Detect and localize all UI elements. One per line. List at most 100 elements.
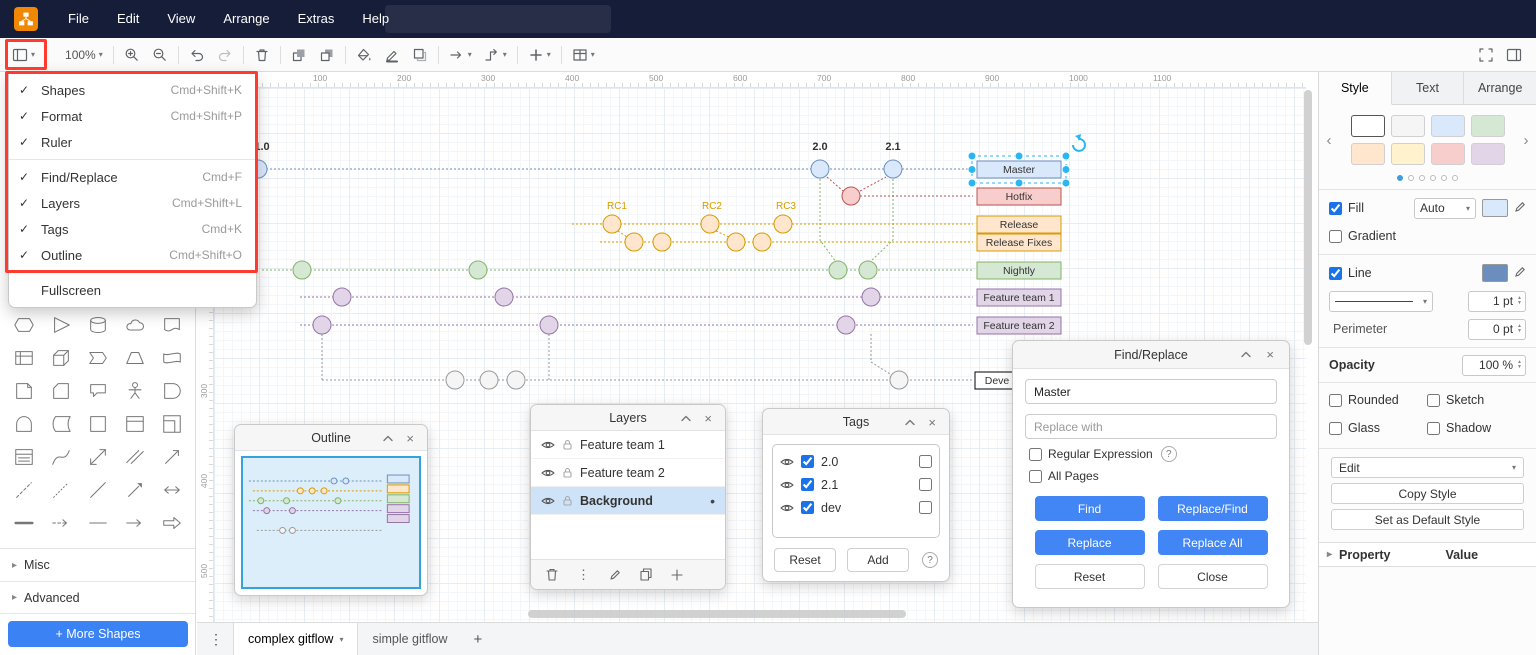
line-color-swatch[interactable]: [1482, 264, 1508, 282]
drawio-logo-icon[interactable]: [14, 7, 38, 31]
line-width-stepper[interactable]: 1 pt ▲▼: [1468, 291, 1526, 312]
shape-note-icon[interactable]: [5, 378, 42, 403]
git-commit-node[interactable]: [884, 160, 902, 178]
layer-row[interactable]: Feature team 1: [531, 431, 725, 459]
git-commit-node[interactable]: [811, 160, 829, 178]
pagination-dot[interactable]: [1408, 175, 1414, 181]
view-menu-item-tags[interactable]: ✓ Tags Cmd+K: [9, 216, 256, 242]
tab-text[interactable]: Text: [1392, 72, 1465, 104]
view-menu-item-format[interactable]: ✓ Format Cmd+Shift+P: [9, 103, 256, 129]
redo-button[interactable]: [211, 38, 239, 72]
zoom-select[interactable]: 100% ▾: [59, 38, 109, 72]
style-swatch[interactable]: [1351, 115, 1385, 137]
git-commit-node[interactable]: [540, 316, 558, 334]
pagination-dot[interactable]: [1441, 175, 1447, 181]
git-commit-node[interactable]: [480, 371, 498, 389]
git-commit-node[interactable]: [293, 261, 311, 279]
git-commit-node[interactable]: [837, 316, 855, 334]
close-button[interactable]: Close: [1158, 564, 1268, 589]
git-commit-node[interactable]: [701, 215, 719, 233]
line-style-select[interactable]: ▾: [1329, 291, 1433, 312]
layer-row-selected[interactable]: Background •: [531, 487, 725, 515]
tag-visible-checkbox[interactable]: [801, 478, 814, 491]
shape-arrow-icon[interactable]: [154, 444, 191, 469]
shape-list-icon[interactable]: [5, 444, 42, 469]
fill-edit-icon[interactable]: [1514, 201, 1526, 216]
shape-internal-storage-icon[interactable]: [5, 345, 42, 370]
git-commit-node[interactable]: [313, 316, 331, 334]
tag-select-checkbox[interactable]: [919, 455, 932, 468]
selection-handle[interactable]: [968, 152, 976, 160]
regex-checkbox-input[interactable]: [1029, 448, 1042, 461]
reset-button[interactable]: Reset: [1035, 564, 1145, 589]
set-default-style-button[interactable]: Set as Default Style: [1331, 509, 1524, 530]
presets-prev-icon[interactable]: ‹: [1323, 132, 1335, 149]
style-swatch[interactable]: [1391, 143, 1425, 165]
replace-input[interactable]: [1025, 414, 1277, 439]
shape-container-icon[interactable]: [117, 411, 154, 436]
shape-frame-icon[interactable]: [154, 411, 191, 436]
view-menu-item-ruler[interactable]: ✓ Ruler: [9, 129, 256, 155]
table-button[interactable]: ▾: [566, 38, 601, 72]
pagination-dot[interactable]: [1419, 175, 1425, 181]
shape-card-icon[interactable]: [42, 378, 79, 403]
find-button[interactable]: Find: [1035, 496, 1145, 521]
collapse-icon[interactable]: [905, 409, 915, 435]
replace-button[interactable]: Replace: [1035, 530, 1145, 555]
stepper-down-icon[interactable]: ▼: [1517, 301, 1522, 306]
menu-arrange[interactable]: Arrange: [209, 0, 283, 38]
git-commit-node[interactable]: [862, 288, 880, 306]
selection-handle[interactable]: [1062, 179, 1070, 187]
outline-panel-titlebar[interactable]: Outline ×: [235, 425, 427, 451]
line-checkbox[interactable]: Line: [1329, 266, 1372, 280]
stepper-down-icon[interactable]: ▼: [1517, 365, 1522, 370]
style-swatch[interactable]: [1471, 143, 1505, 165]
git-edge[interactable]: [820, 179, 836, 262]
style-swatch[interactable]: [1471, 115, 1505, 137]
lock-icon[interactable]: [563, 439, 572, 450]
git-edge[interactable]: [871, 334, 890, 374]
git-edge[interactable]: [618, 231, 627, 237]
fill-checkbox[interactable]: Fill: [1329, 201, 1364, 215]
pagination-dot[interactable]: [1452, 175, 1458, 181]
close-icon[interactable]: ×: [928, 409, 936, 435]
eye-icon[interactable]: [541, 496, 555, 506]
find-replace-titlebar[interactable]: Find/Replace ×: [1013, 341, 1289, 369]
view-menu-item-shapes[interactable]: ✓ Shapes Cmd+Shift+K: [9, 77, 256, 103]
menu-extras[interactable]: Extras: [284, 0, 349, 38]
find-input[interactable]: [1025, 379, 1277, 404]
shape-square-icon[interactable]: [79, 411, 116, 436]
tag-select-checkbox[interactable]: [919, 478, 932, 491]
vertical-scrollbar[interactable]: [1304, 90, 1312, 345]
connection-style-button[interactable]: ▾: [443, 38, 478, 72]
zoom-out-button[interactable]: [146, 38, 174, 72]
git-commit-node[interactable]: [829, 261, 847, 279]
git-commit-node[interactable]: [469, 261, 487, 279]
menu-edit[interactable]: Edit: [103, 0, 153, 38]
page-tab-complex-gitflow[interactable]: complex gitflow ▾: [233, 623, 358, 655]
shape-cloud-icon[interactable]: [117, 312, 154, 337]
replace-find-button[interactable]: Replace/Find: [1158, 496, 1268, 521]
gradient-checkbox[interactable]: Gradient: [1329, 229, 1396, 243]
line-color-button[interactable]: [378, 38, 406, 72]
help-icon[interactable]: ?: [922, 552, 938, 568]
menu-view[interactable]: View: [153, 0, 209, 38]
shape-dotted-line-icon[interactable]: [42, 477, 79, 502]
shape-cylinder-icon[interactable]: [79, 312, 116, 337]
selection-handle[interactable]: [1015, 179, 1023, 187]
shape-horizontal-arrow-icon[interactable]: [117, 510, 154, 535]
tags-reset-button[interactable]: Reset: [774, 548, 836, 572]
page-tab-simple-gitflow[interactable]: simple gitflow: [358, 623, 461, 655]
stepper-down-icon[interactable]: ▼: [1517, 329, 1522, 334]
close-icon[interactable]: ×: [1266, 341, 1274, 367]
property-value-header[interactable]: ▸ Property Value: [1319, 542, 1536, 567]
selection-handle[interactable]: [968, 166, 976, 174]
menu-file[interactable]: File: [54, 0, 103, 38]
delete-layer-icon[interactable]: [546, 568, 558, 581]
tag-row[interactable]: 2.1: [780, 473, 932, 496]
edit-layer-icon[interactable]: [609, 569, 621, 581]
git-edge[interactable]: [716, 231, 729, 237]
edit-style-button[interactable]: Edit ▾: [1331, 457, 1524, 478]
shadow-checkbox[interactable]: Shadow: [1427, 421, 1491, 435]
collapse-icon[interactable]: [383, 425, 393, 451]
